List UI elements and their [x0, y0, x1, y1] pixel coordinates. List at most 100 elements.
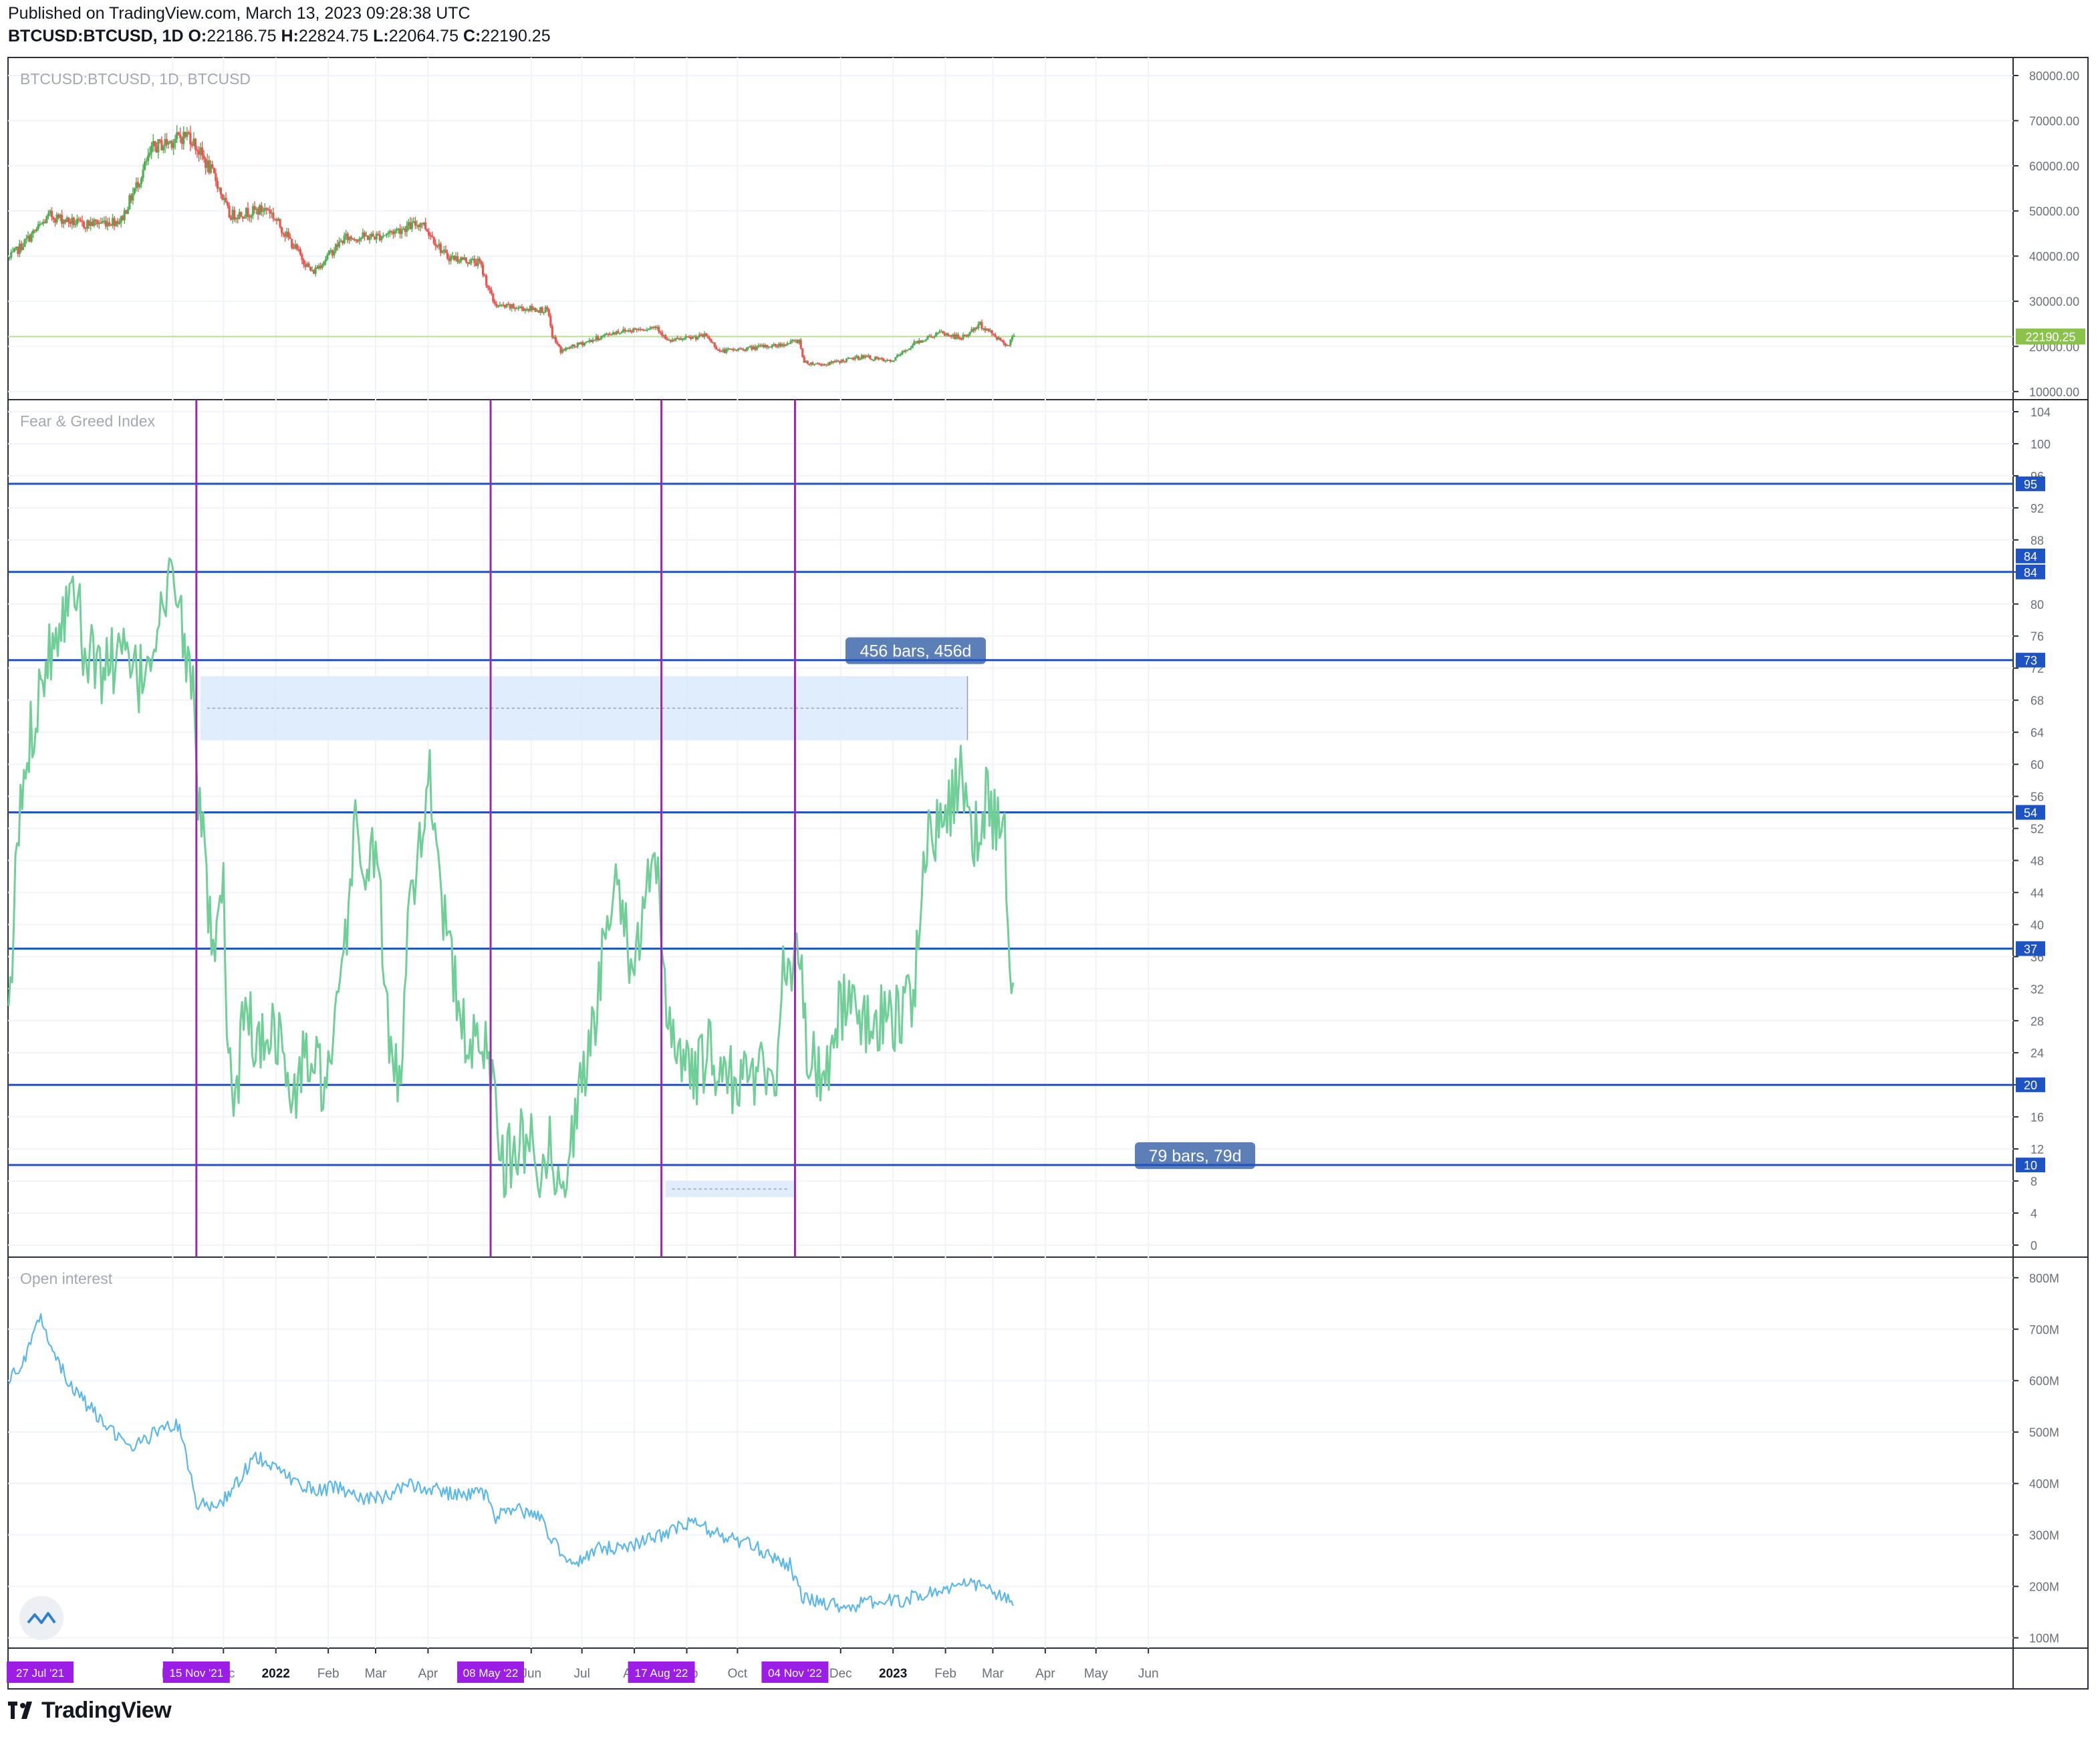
candle-body — [140, 178, 143, 184]
candle-body — [1013, 336, 1015, 337]
fng-tick-label: 16 — [2030, 1111, 2044, 1124]
chart-canvas[interactable]: 80000.00 70000.00 60000.00 50000.00 40000.00… — [0, 0, 2100, 1739]
candle-body — [441, 251, 444, 253]
candle-body — [424, 222, 427, 229]
candle-body — [845, 358, 848, 362]
candle-body — [40, 223, 43, 225]
oi-pane-title: Open interest — [20, 1270, 113, 1287]
candle-body — [228, 205, 231, 218]
candle-body — [725, 349, 728, 353]
candle-body — [380, 237, 383, 241]
candle-body — [52, 217, 55, 220]
candle-body — [573, 344, 575, 347]
candle-body — [355, 239, 358, 241]
date-badge-label: 08 May '22 — [463, 1667, 519, 1680]
candle-body — [162, 146, 165, 150]
candle-body — [81, 220, 84, 222]
candle-body — [908, 349, 910, 350]
time-tick-label: Dec — [829, 1667, 852, 1681]
candle-body — [157, 139, 160, 153]
fng-level-label: 20 — [2024, 1079, 2037, 1092]
candle-body — [431, 235, 434, 237]
candle-body — [490, 289, 493, 294]
candle-body — [859, 359, 862, 360]
candle-body — [647, 329, 650, 330]
candle-body — [869, 355, 872, 360]
date-badge-label: 15 Nov '21 — [169, 1667, 223, 1680]
candle-body — [47, 213, 49, 217]
candle-body — [811, 362, 814, 365]
candle-body — [174, 138, 176, 143]
candle-body — [892, 360, 895, 362]
candle-body — [549, 315, 552, 326]
candle-body — [68, 217, 70, 222]
candle-body — [150, 145, 153, 153]
candle-body — [138, 184, 141, 188]
candle-body — [541, 307, 543, 313]
candle-body — [715, 346, 718, 350]
candle-body — [211, 164, 214, 168]
candle-body — [704, 333, 708, 337]
candle-body — [1009, 340, 1012, 346]
candle-body — [406, 225, 408, 233]
candle-body — [495, 303, 498, 307]
candle-body — [517, 307, 520, 309]
candle-body — [994, 334, 997, 338]
candle-body — [964, 334, 966, 336]
candle-body — [100, 223, 102, 224]
candle-body — [145, 160, 148, 162]
candle-body — [154, 141, 156, 147]
candle-body — [25, 238, 28, 240]
time-tick-label: Apr — [418, 1667, 438, 1681]
candle-body — [410, 222, 413, 229]
time-tick-label: Mar — [365, 1667, 387, 1681]
candle-body — [910, 348, 912, 350]
candle-body — [302, 259, 305, 265]
candle-body — [384, 235, 386, 237]
fng-level-label: 37 — [2024, 942, 2037, 956]
candle-body — [324, 259, 327, 262]
candle-body — [225, 198, 227, 203]
fng-tick-label: 44 — [2030, 886, 2044, 900]
candle-body — [894, 357, 897, 361]
candle-body — [958, 337, 961, 339]
fng-level-label: 10 — [2024, 1159, 2037, 1172]
candle-body — [593, 340, 596, 341]
candle-body — [554, 337, 557, 343]
candle-body — [11, 251, 14, 253]
watermark-circle — [19, 1596, 63, 1640]
candle-body — [446, 253, 449, 259]
candle-body — [35, 229, 38, 231]
fng-level-label: 84 — [2024, 566, 2037, 579]
candle-body — [272, 213, 275, 219]
candle-body — [708, 338, 711, 340]
range-label: 79 bars, 79d — [1149, 1147, 1242, 1166]
candle-body — [326, 255, 329, 260]
time-tick-label: May — [1084, 1667, 1108, 1681]
candle-body — [876, 356, 878, 358]
candle-body — [620, 331, 623, 333]
candle-body — [309, 267, 312, 271]
candle-body — [771, 345, 773, 348]
fng-tick-label: 56 — [2030, 791, 2044, 804]
candle-body — [784, 345, 787, 347]
oi-tick-label: 800M — [2029, 1272, 2059, 1285]
candle-body — [372, 233, 374, 237]
candle-body — [148, 152, 151, 156]
candle-body — [216, 181, 219, 189]
candle-body — [307, 263, 310, 267]
watermark-logo-icon — [19, 1596, 63, 1640]
candle-body — [299, 249, 301, 255]
candle-body — [226, 202, 229, 206]
candle-body — [189, 132, 192, 144]
time-tick-label: Feb — [934, 1667, 956, 1681]
candle-body — [946, 333, 949, 336]
candle-body — [196, 150, 199, 151]
candle-body — [30, 233, 33, 242]
price-tick-label: 30000.00 — [2029, 295, 2079, 309]
candle-body — [385, 234, 388, 235]
candle-body — [470, 259, 473, 263]
brand-name: TradingView — [41, 1698, 172, 1723]
candle-body — [487, 285, 489, 288]
candle-body — [144, 162, 146, 170]
